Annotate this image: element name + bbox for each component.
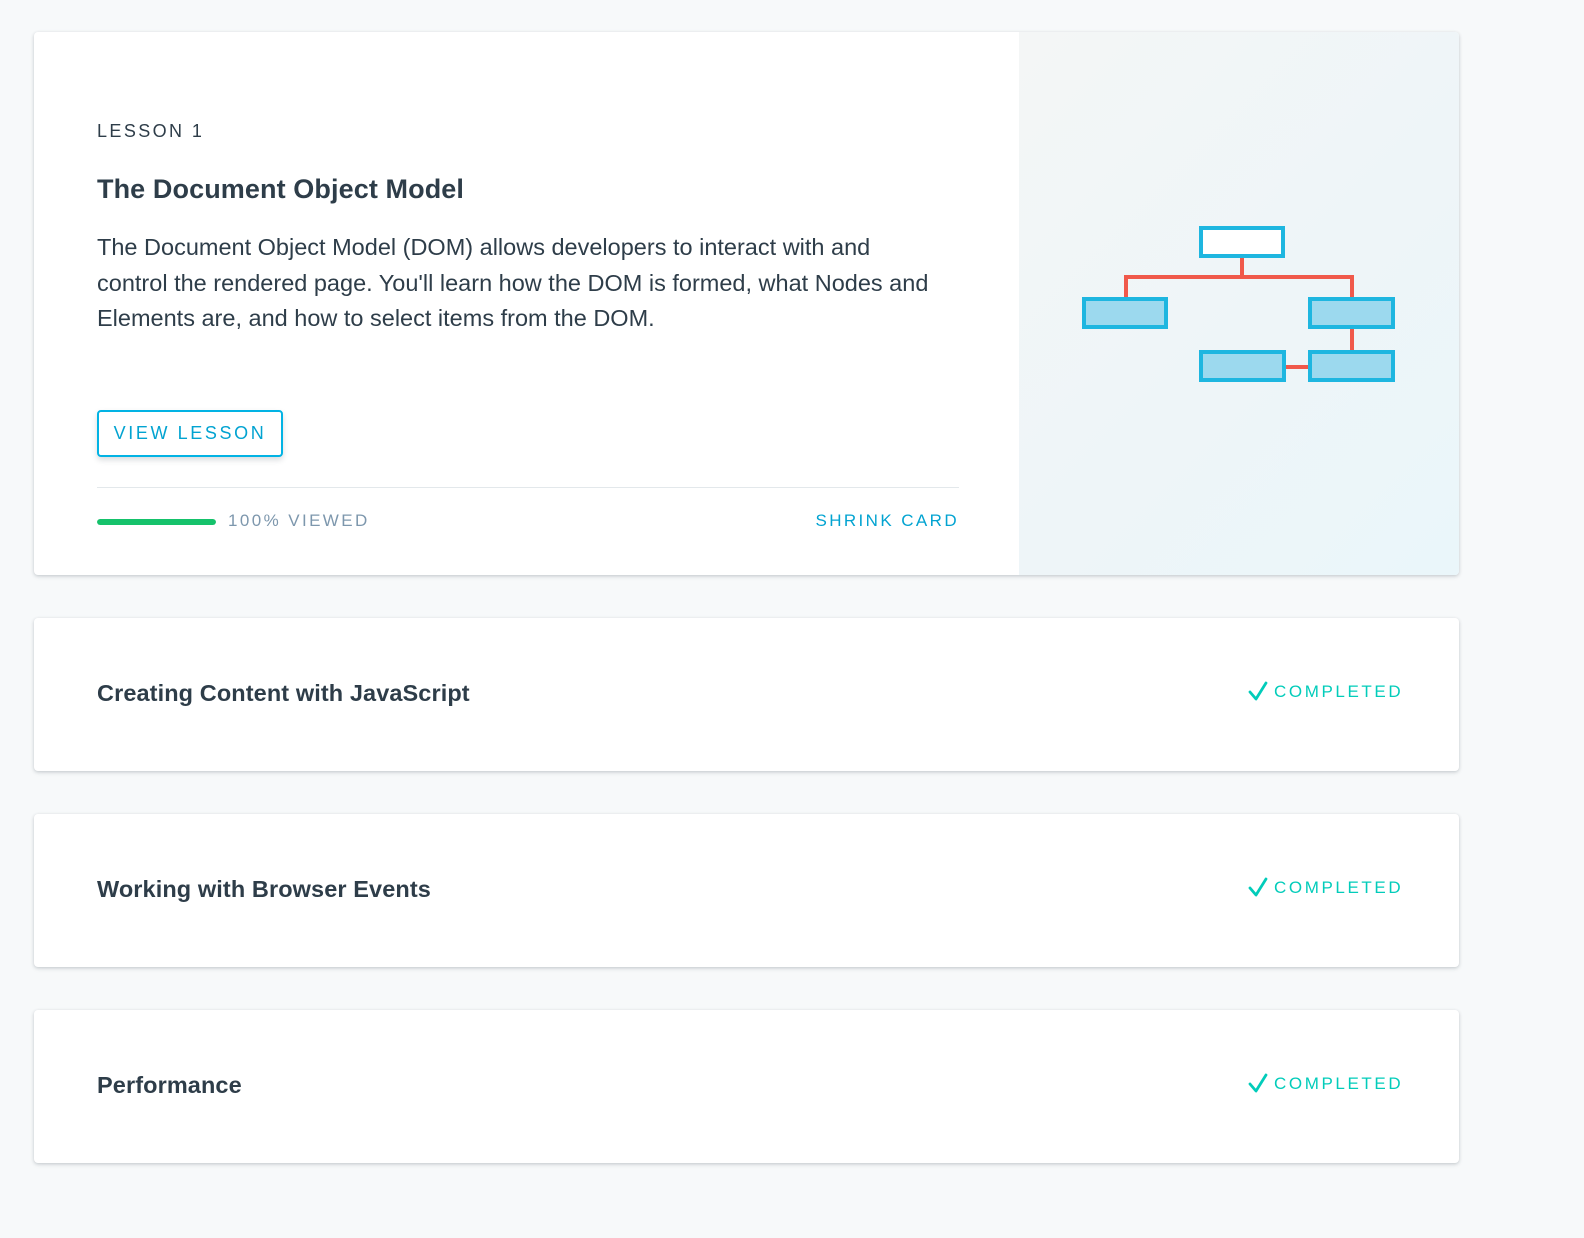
- completed-status: COMPLETED: [1247, 681, 1403, 703]
- lesson-card-expanded: LESSON 1 The Document Object Model The D…: [34, 32, 1459, 575]
- lesson-title: Creating Content with JavaScript: [97, 680, 470, 706]
- status-label: COMPLETED: [1274, 878, 1404, 897]
- status-label: COMPLETED: [1274, 682, 1404, 701]
- progress-label: 100% VIEWED: [228, 511, 370, 530]
- completed-status: COMPLETED: [1247, 1073, 1403, 1095]
- completed-status: COMPLETED: [1247, 877, 1403, 899]
- lesson-illustration: [1019, 32, 1459, 575]
- lesson-card-body: LESSON 1 The Document Object Model The D…: [97, 32, 959, 575]
- lesson-number: LESSON 1: [97, 121, 205, 141]
- view-lesson-button[interactable]: VIEW LESSON: [97, 410, 283, 457]
- lesson-title: Working with Browser Events: [97, 876, 431, 902]
- lesson-title: Performance: [97, 1072, 242, 1098]
- lesson-description: The Document Object Model (DOM) allows d…: [97, 234, 929, 331]
- checkmark-icon: [1248, 1073, 1268, 1093]
- lesson-card-collapsed[interactable]: Performance COMPLETED: [34, 1010, 1459, 1163]
- card-divider: [97, 487, 959, 488]
- status-label: COMPLETED: [1274, 1074, 1404, 1093]
- checkmark-icon: [1248, 681, 1268, 701]
- progress-bar-fill: [97, 519, 216, 525]
- shrink-card-link[interactable]: SHRINK CARD: [815, 511, 959, 531]
- lesson-card-collapsed[interactable]: Creating Content with JavaScript COMPLET…: [34, 618, 1459, 771]
- lesson-card-collapsed[interactable]: Working with Browser Events COMPLETED: [34, 814, 1459, 967]
- progress-bar: [97, 519, 216, 525]
- checkmark-icon: [1248, 877, 1268, 897]
- dom-tree-icon: [1082, 226, 1395, 382]
- lesson-title: The Document Object Model: [97, 174, 465, 204]
